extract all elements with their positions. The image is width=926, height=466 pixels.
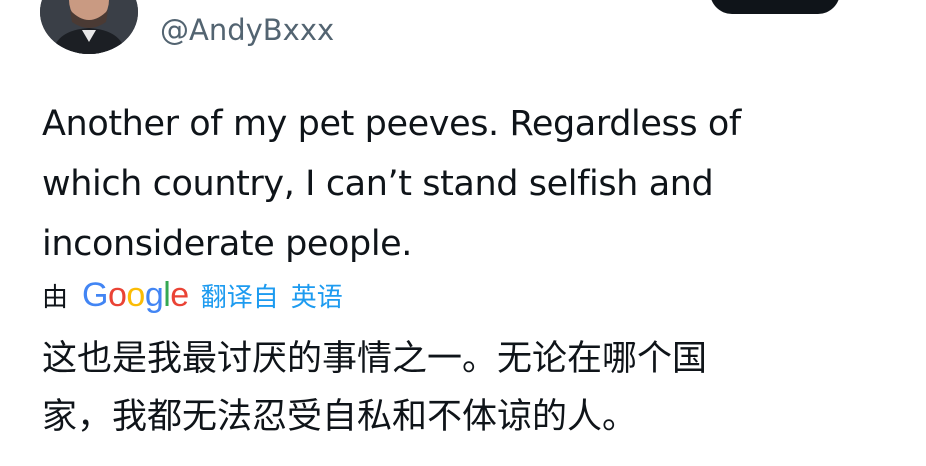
translated-tweet-text: 这也是我最讨厌的事情之一。无论在哪个国 家，我都无法忍受自私和不体谅的人。 [42, 339, 708, 437]
follow-button[interactable] [710, 0, 840, 14]
translated-by-label: 由 [42, 282, 69, 313]
tweet-text: Another of my pet peeves. Regardless of … [42, 104, 741, 264]
author-avatar[interactable] [40, 0, 138, 54]
translation-attribution: 由 Google 翻译自 英语 [42, 272, 343, 318]
source-language[interactable]: 英语 [291, 277, 343, 314]
author-handle[interactable]: @AndyBxxx [160, 10, 334, 50]
translated-from-label[interactable]: 翻译自 [201, 277, 279, 314]
google-logo: Google [82, 275, 189, 314]
